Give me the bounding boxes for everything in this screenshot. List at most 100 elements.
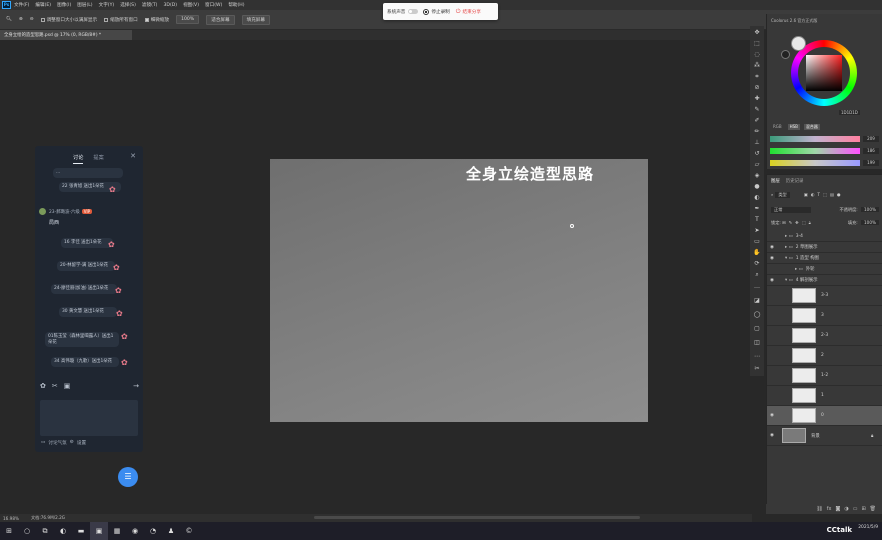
paint-bucket-icon[interactable]: ◈	[752, 171, 762, 181]
blur-tool-icon[interactable]: ●	[752, 182, 762, 192]
tab-layers[interactable]: 图层	[771, 178, 780, 184]
layer-row-selected[interactable]: ◉ 0	[767, 406, 882, 426]
color-slider-1[interactable]	[770, 136, 860, 142]
rectangle-tool-icon[interactable]: ▭	[752, 237, 762, 247]
mixer-brush-icon[interactable]: ✐	[752, 116, 762, 126]
layer-row-background[interactable]: ◉ 背景 🔒︎	[767, 426, 882, 446]
lock-icons[interactable]: ⊞✎✥⬚🔒︎	[782, 220, 814, 225]
layer-row[interactable]: 3-3	[767, 286, 882, 306]
layer-row[interactable]: 2-3	[767, 326, 882, 346]
zoom-100-button[interactable]: 100%	[176, 15, 200, 24]
eye-icon[interactable]: ◉	[767, 278, 777, 283]
windows-start-icon[interactable]: ⊞	[0, 522, 18, 540]
system-sound-toggle[interactable]	[408, 9, 419, 14]
menu-file[interactable]: 文件(F)	[14, 2, 29, 8]
hex-value[interactable]: 1D1D1D	[839, 110, 860, 115]
close-icon[interactable]: ✕	[130, 152, 136, 160]
healing-brush-icon[interactable]: ✚	[752, 94, 762, 104]
menu-layer[interactable]: 图层(L)	[77, 2, 92, 8]
adjustment-icon[interactable]: ◑	[844, 506, 848, 512]
zoom-in-icon[interactable]: ⊕	[19, 17, 23, 22]
brush-tool-icon[interactable]: ✎	[752, 105, 762, 115]
edit-toolbar-icon[interactable]: ⋯	[752, 352, 762, 362]
scrubby-zoom-checkbox[interactable]	[144, 17, 149, 22]
tab-notes[interactable]: 提案	[93, 154, 103, 164]
new-layer-icon[interactable]: ⊞	[861, 506, 865, 512]
fx-icon[interactable]: fx	[827, 506, 832, 512]
opacity-input[interactable]: 100%	[861, 207, 879, 212]
tab-discuss[interactable]: 讨论	[73, 154, 84, 164]
slider-value-3[interactable]: 199	[863, 160, 879, 166]
frame-tool-icon[interactable]: ◫	[752, 338, 762, 348]
eye-icon[interactable]: ◉	[767, 245, 777, 250]
photoshop-taskbar-icon[interactable]: ▣	[90, 522, 108, 540]
qq-taskbar-icon[interactable]: ♟	[162, 522, 180, 540]
menu-3d[interactable]: 3D(D)	[163, 3, 177, 8]
link-icon[interactable]: ⛓	[816, 506, 822, 512]
mode-tab-hsb[interactable]: HSB	[787, 124, 800, 130]
color-slider-2[interactable]	[770, 148, 860, 154]
rotate-view-icon[interactable]: ⟳	[752, 259, 762, 269]
chat-input[interactable]	[40, 400, 138, 436]
background-swatch[interactable]	[781, 50, 790, 59]
image-icon[interactable]: ▣	[64, 382, 71, 390]
new-group-icon[interactable]: ▭	[853, 506, 858, 512]
extra-tools-icon[interactable]: …	[752, 282, 762, 292]
layer-row[interactable]: 1-2	[767, 366, 882, 386]
eye-icon[interactable]: ◉	[767, 413, 777, 418]
settings-button[interactable]: 设置	[77, 440, 86, 446]
layer-group-row[interactable]: ◉ ▾ ▭ 1 造型 构图	[767, 253, 882, 264]
document-tab[interactable]: 全身立绘的造型思路.psd @ 17% (0, RGB/8#) *	[0, 30, 132, 40]
hand-tool-icon[interactable]: ✋	[752, 248, 762, 258]
type-tool-icon[interactable]: T	[752, 215, 762, 225]
file-explorer-icon[interactable]: ▬	[72, 522, 90, 540]
history-brush-icon[interactable]: ↺	[752, 149, 762, 159]
search-taskbar-icon[interactable]: ○	[18, 522, 36, 540]
clone-stamp-icon[interactable]: ⊥	[752, 138, 762, 148]
brush-settings-icon[interactable]: ✂	[752, 364, 762, 374]
slider-value-2[interactable]: 186	[863, 148, 879, 154]
eyedropper-icon[interactable]: ⊘	[752, 83, 762, 93]
kind-filter-select[interactable]: 类型	[775, 192, 790, 198]
menu-select[interactable]: 选择(S)	[120, 2, 136, 8]
layer-group-row[interactable]: ◉ ▸ ▭ 2 草图展示	[767, 242, 882, 253]
crop-tool-icon[interactable]: ⌗	[752, 72, 762, 82]
foreground-swatch[interactable]	[791, 36, 806, 51]
zoom-out-icon[interactable]: ⊖	[30, 17, 34, 22]
record-taskbar-icon[interactable]: ◉	[126, 522, 144, 540]
zoom-all-checkbox[interactable]	[104, 17, 109, 22]
saturation-brightness-square[interactable]	[806, 55, 842, 91]
end-share-button[interactable]: 结束分享	[463, 9, 481, 15]
fill-input[interactable]: 100%	[861, 220, 879, 225]
slider-value-1[interactable]: 209	[863, 136, 879, 142]
dodge-tool-icon[interactable]: ◐	[752, 193, 762, 203]
resize-windows-option[interactable]: 调整窗口大小以满屏显示	[40, 17, 97, 23]
pen-tool-icon[interactable]: ✒	[752, 204, 762, 214]
zoom-tool-side-icon[interactable]: ⌕	[752, 270, 762, 280]
marquee-tool-icon[interactable]: ⬚	[752, 39, 762, 49]
tab-history[interactable]: 历史记录	[786, 178, 804, 184]
layer-group-row[interactable]: ◉ ▾ ▭ 4 解剖展示	[767, 275, 882, 286]
layer-row[interactable]: 1	[767, 386, 882, 406]
discussion-mood-button[interactable]: 讨论气氛	[48, 440, 66, 446]
gear-icon[interactable]: ⚙	[70, 440, 74, 446]
zoom-all-option[interactable]: 缩放所有窗口	[104, 17, 138, 23]
stop-record-icon[interactable]	[423, 8, 430, 15]
app-taskbar-icon[interactable]: ▦	[108, 522, 126, 540]
lasso-tool-icon[interactable]: ◌	[752, 50, 762, 60]
mood-icon[interactable]: ▭	[41, 440, 45, 446]
mode-tab-rgb[interactable]: RGB	[771, 124, 784, 130]
fit-screen-button[interactable]: 适合屏幕	[206, 14, 235, 25]
zoom-tool-icon[interactable]: 🔍︎	[6, 17, 12, 22]
task-view-icon[interactable]: ⧉	[36, 522, 54, 540]
layer-group-row[interactable]: ▸ ▭ 外轮	[767, 264, 882, 275]
screen-mode-icon[interactable]: ▢	[752, 324, 762, 334]
trash-icon[interactable]: 🗑︎	[870, 506, 876, 512]
eraser-tool-icon[interactable]: ▱	[752, 160, 762, 170]
quick-mask-icon[interactable]: ◯	[752, 310, 762, 320]
color-slider-3[interactable]	[770, 160, 860, 166]
blend-mode-select[interactable]: 正常	[771, 207, 811, 213]
magic-wand-icon[interactable]: ⁂	[752, 61, 762, 71]
horizontal-scrollbar[interactable]	[314, 516, 640, 519]
send-flower-icon[interactable]: ✿	[40, 382, 46, 390]
